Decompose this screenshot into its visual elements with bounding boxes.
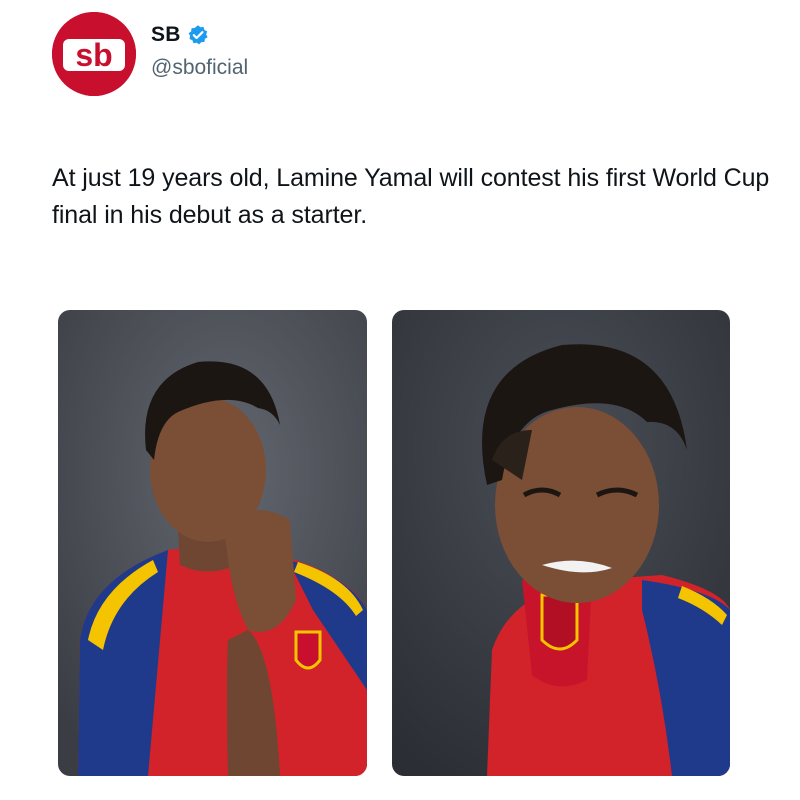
left-photo[interactable] (58, 310, 367, 776)
author-avatar[interactable]: sb (52, 12, 136, 96)
verified-badge-icon (187, 24, 209, 46)
author-handle[interactable]: @sboficial (151, 56, 248, 80)
avatar-logo: sb (52, 12, 136, 96)
right-photo-image (392, 310, 730, 776)
tweet-text: At just 19 years old, Lamine Yamal will … (52, 164, 770, 229)
avatar-text: sb (75, 37, 112, 73)
author-display-name[interactable]: SB (151, 23, 181, 47)
right-photo[interactable] (392, 310, 730, 776)
tweet-card: sb SB @sboficial At just 19 years old, L… (0, 0, 800, 800)
left-photo-image (58, 310, 367, 776)
author-info: SB @sboficial (151, 22, 248, 80)
